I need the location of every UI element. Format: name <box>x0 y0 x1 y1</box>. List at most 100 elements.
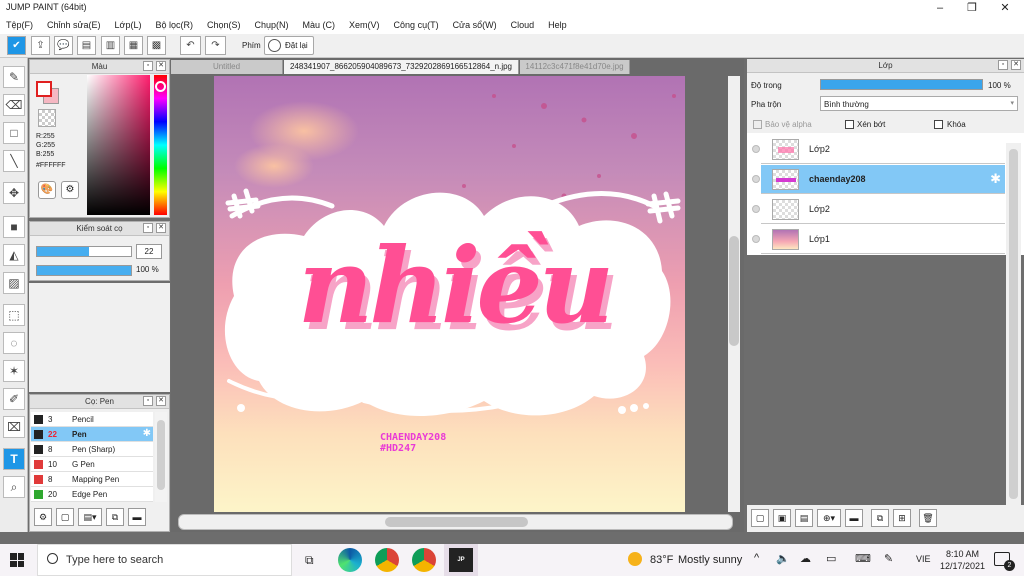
message-icon[interactable]: ▤ <box>77 36 96 55</box>
chrome-profile-icon[interactable] <box>412 548 436 572</box>
menu-tools[interactable]: Công cụ(T) <box>387 16 446 34</box>
comment-icon[interactable]: 💬 <box>54 36 73 55</box>
select-eraser-icon[interactable]: ⌧ <box>3 416 25 438</box>
language-indicator[interactable]: VIE <box>916 554 931 564</box>
text-tool-icon[interactable]: T <box>3 448 25 470</box>
select-pen-icon[interactable]: ✐ <box>3 388 25 410</box>
line-tool-icon[interactable]: ╲ <box>3 150 25 172</box>
brush-item[interactable]: 3 Pencil <box>31 412 153 427</box>
panel-float-icon[interactable]: ▫ <box>143 61 153 71</box>
menu-color[interactable]: Màu (C) <box>296 16 343 34</box>
eyedropper-tool-icon[interactable]: ⌕ <box>3 476 25 498</box>
menu-layer[interactable]: Lớp(L) <box>108 16 149 34</box>
bucket-tool-icon[interactable]: ◭ <box>3 244 25 266</box>
panel-float-icon[interactable]: ▫ <box>998 60 1008 70</box>
blend-mode-select[interactable]: Bình thường ▾ <box>820 96 1018 111</box>
layer-visibility-icon[interactable] <box>752 145 760 153</box>
menu-cloud[interactable]: Cloud <box>504 16 542 34</box>
panel-float-icon[interactable]: ▫ <box>143 223 153 233</box>
gear-icon[interactable]: ✱ <box>143 428 151 439</box>
transparent-color-swatch[interactable] <box>38 109 56 127</box>
gear-icon[interactable]: ✱ <box>990 171 1001 187</box>
brush-item[interactable]: 20 Edge Pen <box>31 487 153 502</box>
menu-help[interactable]: Help <box>541 16 574 34</box>
brush-copy-icon[interactable]: ⧉ <box>106 508 124 526</box>
rect-select-icon[interactable]: ⬚ <box>3 304 25 326</box>
eraser-tool-icon[interactable]: ⌫ <box>3 94 25 116</box>
tab-jpg-2[interactable]: 14112c3c471f8e41d70e.jpg <box>520 60 630 74</box>
vertical-scroll-thumb[interactable] <box>729 236 739 346</box>
gradient-tool-icon[interactable]: ▨ <box>3 272 25 294</box>
brush-settings-icon[interactable]: ⚙ <box>34 508 52 526</box>
brush-item[interactable]: 8 Pen (Sharp) <box>31 442 153 457</box>
brush-tool-icon[interactable]: ✎ <box>3 66 25 88</box>
layer-visibility-icon[interactable] <box>752 235 760 243</box>
layer-row-selected[interactable]: chaenday208 ✱ <box>752 165 1005 194</box>
protect-alpha-checkbox[interactable] <box>753 120 762 129</box>
clock[interactable]: 8:10 AM 12/17/2021 <box>940 548 985 572</box>
page-icon[interactable]: ▥ <box>101 36 120 55</box>
merge-layer-icon[interactable]: ⊞ <box>893 509 911 527</box>
brush-opacity-slider[interactable] <box>36 265 132 276</box>
artwork-canvas[interactable]: nhiều CHAENDAY208 #HD247 <box>214 76 685 512</box>
minimize-button[interactable]: – <box>924 0 956 16</box>
menu-view[interactable]: Xem(V) <box>342 16 387 34</box>
layer-list-scrollbar[interactable] <box>1006 143 1021 505</box>
layer-folder-icon[interactable]: ▬ <box>845 509 863 527</box>
undo-icon[interactable]: ↶ <box>180 36 201 55</box>
layer-scroll-thumb[interactable] <box>1009 149 1018 499</box>
layer-visibility-icon[interactable] <box>752 205 760 213</box>
menu-filter[interactable]: Bộ lọc(R) <box>148 16 200 34</box>
tab-untitled[interactable]: Untitled <box>171 60 283 74</box>
move-tool-icon[interactable]: ✥ <box>3 182 25 204</box>
saturation-value-picker[interactable] <box>87 75 150 215</box>
panel-close-icon[interactable]: ✕ <box>1011 60 1021 70</box>
windows-start-icon[interactable] <box>10 553 24 567</box>
new-raster-layer-icon[interactable]: ▣ <box>773 509 791 527</box>
layer-row[interactable]: Lớp2 <box>752 195 1005 224</box>
palette-settings-icon[interactable]: ⚙ <box>61 181 79 199</box>
menu-capture[interactable]: Chụp(N) <box>248 16 296 34</box>
jump-paint-taskbar-item[interactable]: JP <box>444 544 478 576</box>
close-button[interactable]: ✕ <box>989 0 1021 16</box>
reset-button[interactable]: Đặt lại <box>264 36 314 55</box>
keyboard-icon[interactable]: ⌨ <box>855 552 871 565</box>
brush-list-scrollbar[interactable] <box>155 412 167 502</box>
brush-item-selected[interactable]: 22 Pen ✱ <box>31 427 153 442</box>
new-layer-icon[interactable]: ▢ <box>751 509 769 527</box>
magic-wand-icon[interactable]: ✶ <box>3 360 25 382</box>
task-view-icon[interactable]: ⧉ <box>305 553 314 568</box>
lock-checkbox[interactable] <box>934 120 943 129</box>
rectangle-tool-icon[interactable]: □ <box>3 122 25 144</box>
notification-icon[interactable]: 2 <box>994 552 1015 571</box>
edge-browser-icon[interactable] <box>338 548 362 572</box>
cloud-check-icon[interactable]: ✔ <box>7 36 26 55</box>
brush-item[interactable]: 10 G Pen <box>31 457 153 472</box>
grid-icon[interactable]: ▩ <box>147 36 166 55</box>
layout-icon[interactable]: ▦ <box>124 36 143 55</box>
pen-icon[interactable]: ✎ <box>884 552 893 565</box>
brush-size-slider[interactable] <box>36 246 132 257</box>
palette-icon[interactable]: 🎨 <box>38 181 56 199</box>
brush-list-scroll-thumb[interactable] <box>157 420 165 490</box>
foreground-color-swatch[interactable] <box>36 81 52 97</box>
layer-opacity-slider[interactable] <box>820 79 983 90</box>
menu-edit[interactable]: Chỉnh sửa(E) <box>40 16 108 34</box>
canvas-vertical-scrollbar[interactable] <box>728 76 740 512</box>
tab-jpg-active[interactable]: 248341907_866205904089673_73292028691665… <box>284 60 519 74</box>
brush-folder-icon[interactable]: ▬ <box>128 508 146 526</box>
hue-slider[interactable] <box>154 75 167 215</box>
chrome-icon[interactable] <box>375 548 399 572</box>
menu-file[interactable]: Tệp(F) <box>0 16 40 34</box>
clip-checkbox[interactable] <box>845 120 854 129</box>
menu-window[interactable]: Cửa sổ(W) <box>446 16 504 34</box>
hue-handle[interactable] <box>155 81 166 92</box>
layer-row[interactable]: Lớp1 <box>752 225 1005 254</box>
new-text-layer-icon[interactable]: ▤ <box>795 509 813 527</box>
delete-layer-icon[interactable]: 🗑 <box>919 509 937 527</box>
new-brush-icon[interactable]: ▢ <box>56 508 74 526</box>
duplicate-layer-icon[interactable]: ⧉ <box>871 509 889 527</box>
panel-close-icon[interactable]: ✕ <box>156 61 166 71</box>
cloud-icon[interactable]: ☁ <box>800 552 811 565</box>
horizontal-scroll-thumb[interactable] <box>385 517 528 527</box>
